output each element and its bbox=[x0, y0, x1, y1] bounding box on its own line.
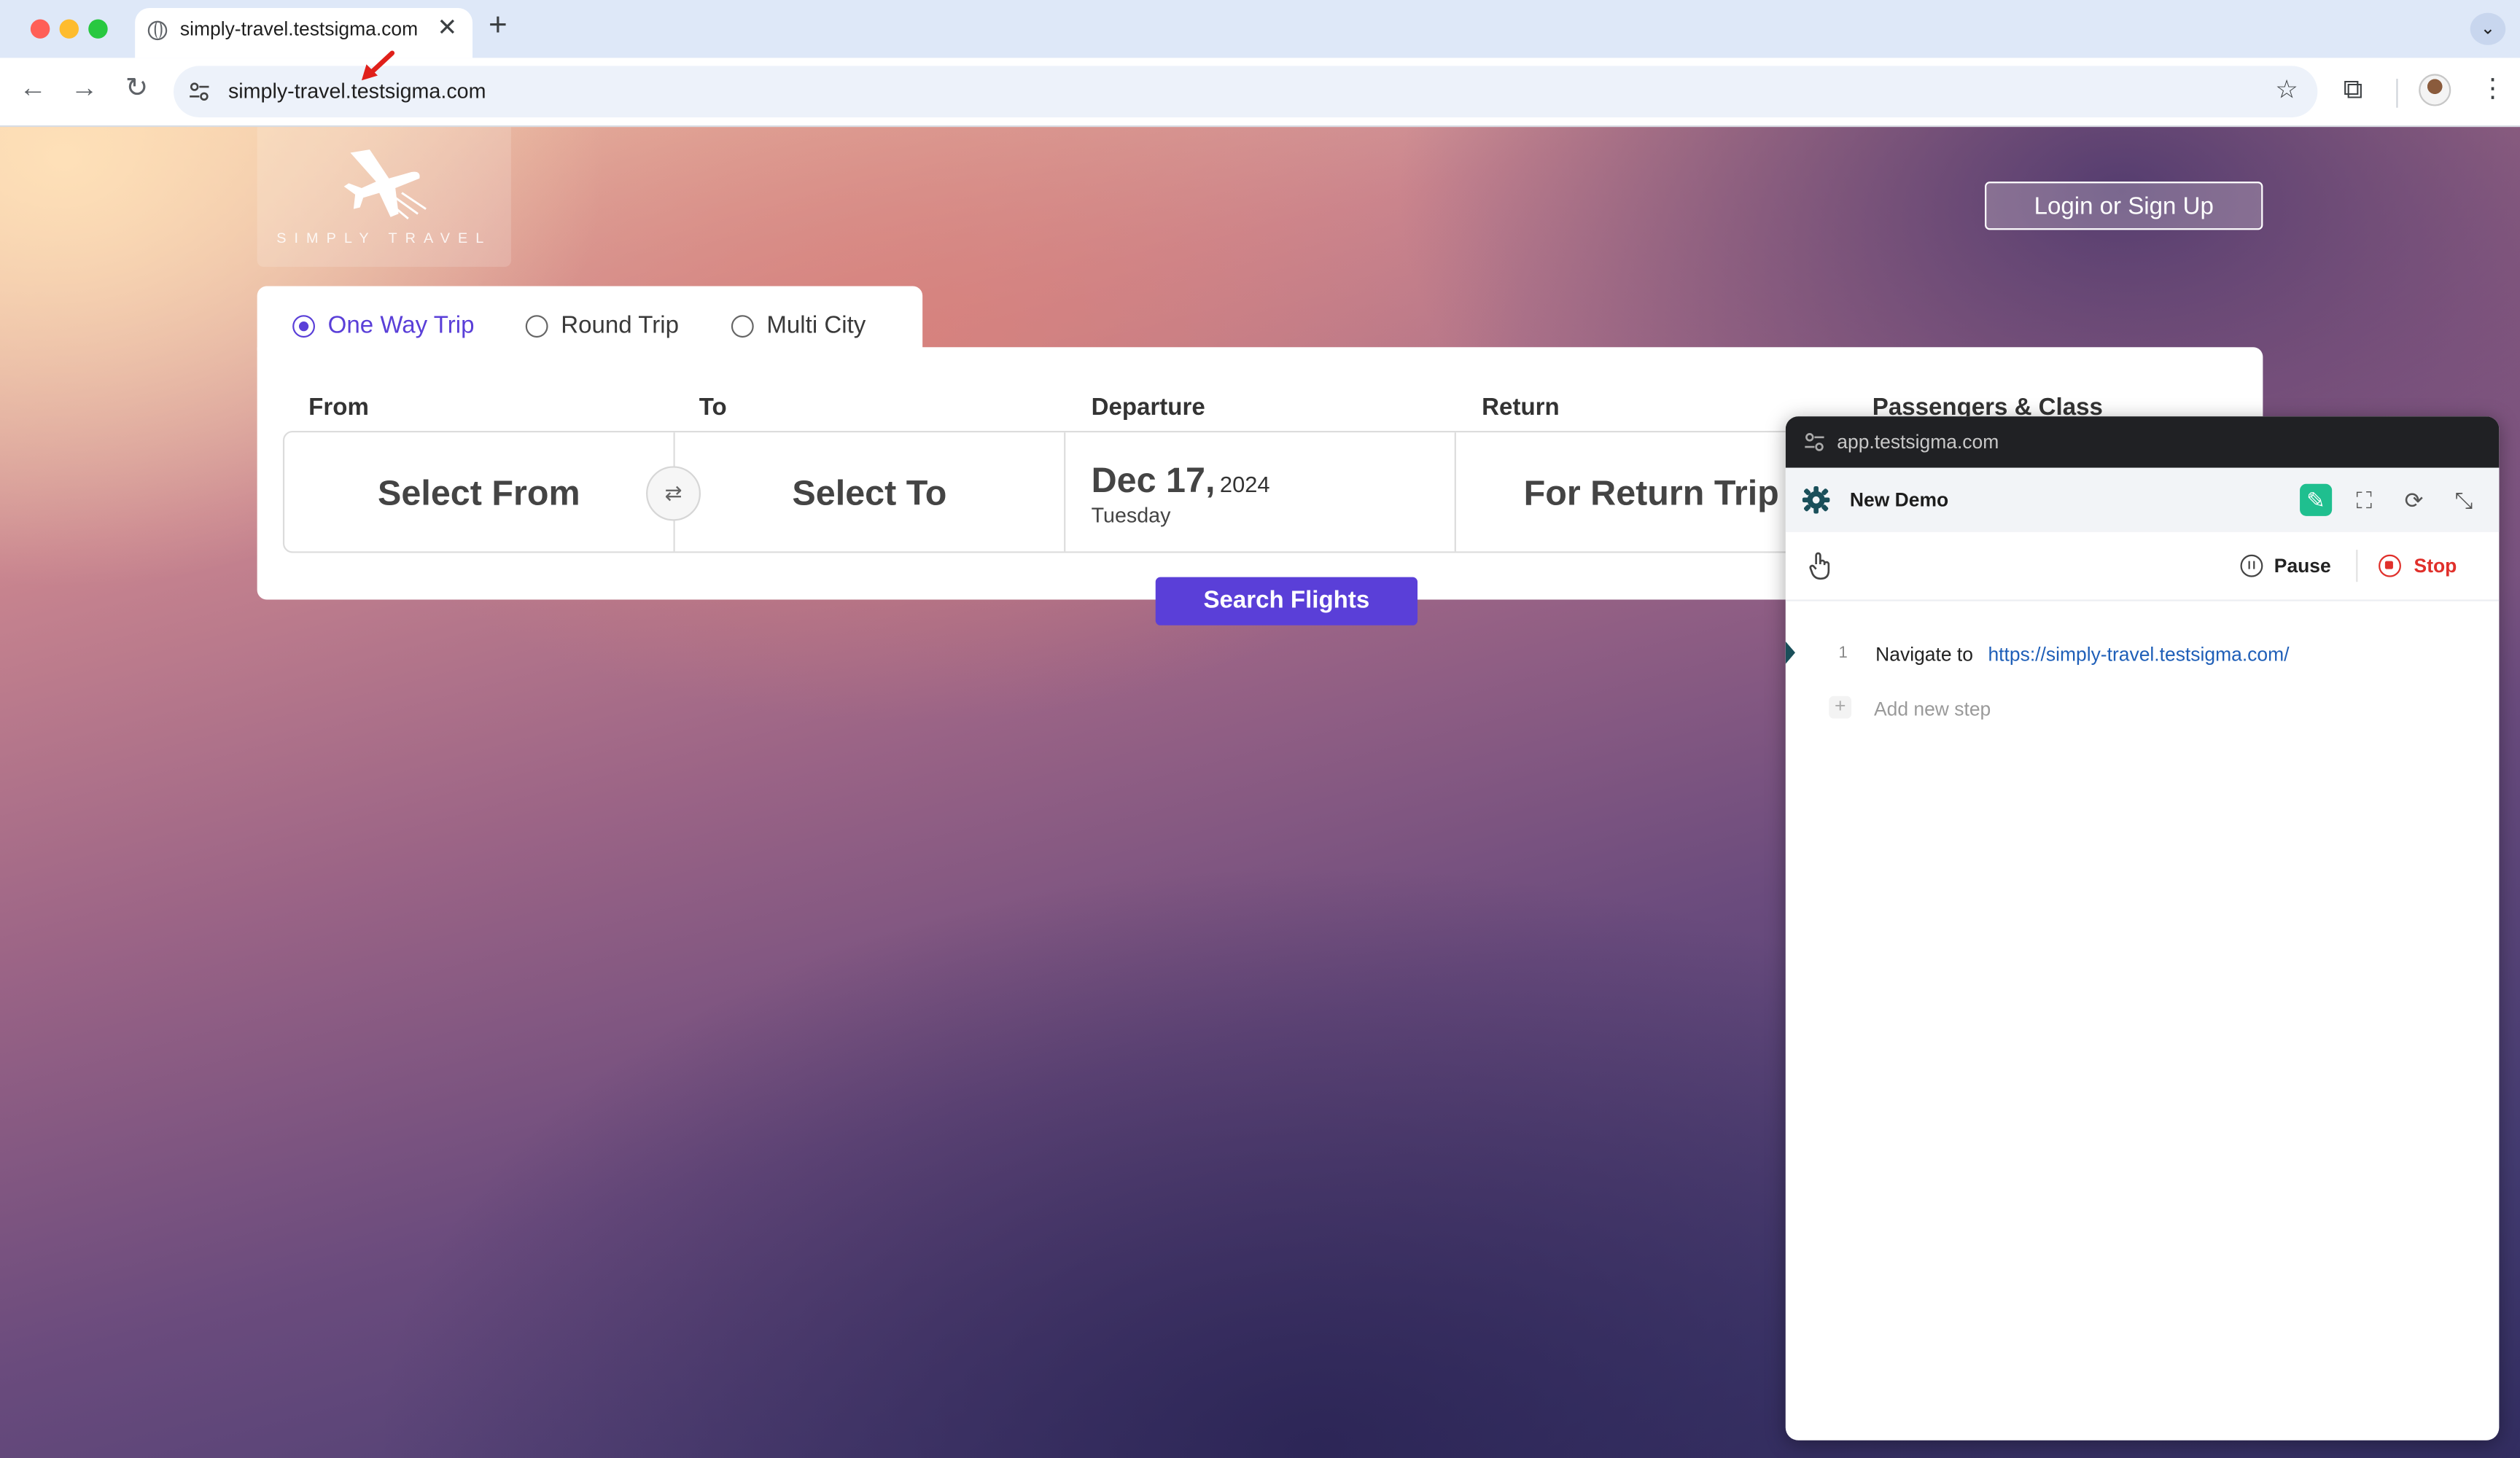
close-icon[interactable]: ✕ bbox=[438, 13, 458, 42]
departure-date: Dec 17, bbox=[1091, 459, 1216, 500]
radio-empty-icon[interactable] bbox=[731, 315, 754, 338]
recorder-header: New Demo ✎ ⛶ ⟳ ⤡ bbox=[1785, 467, 2500, 532]
new-tab-button[interactable]: + bbox=[489, 9, 508, 42]
pause-button[interactable]: Pause bbox=[2274, 555, 2331, 577]
site-logo[interactable]: SIMPLY TRAVEL bbox=[257, 127, 511, 268]
airplane-logo-icon bbox=[343, 149, 427, 219]
current-step-marker bbox=[1785, 641, 1795, 664]
recorder-controls: Pause Stop bbox=[1785, 532, 2500, 601]
refresh-icon[interactable]: ⟳ bbox=[2398, 484, 2430, 516]
back-button[interactable]: ← bbox=[19, 72, 46, 104]
trip-type-label: Multi City bbox=[766, 311, 866, 340]
to-field[interactable]: Select To bbox=[675, 432, 1066, 552]
reload-button[interactable]: ↻ bbox=[125, 72, 148, 104]
stop-icon[interactable] bbox=[2379, 554, 2401, 577]
add-step-plus-icon[interactable]: + bbox=[1829, 695, 1852, 719]
capture-element-icon[interactable]: ⛶ bbox=[2348, 484, 2380, 516]
step-action[interactable]: Navigate to bbox=[1875, 643, 1973, 666]
window-close-button[interactable] bbox=[30, 19, 50, 39]
profile-avatar[interactable] bbox=[2419, 74, 2451, 106]
recorder-title: New Demo bbox=[1849, 488, 1949, 512]
recorder-url: app.testsigma.com bbox=[1837, 430, 1999, 453]
window-minimize-button[interactable] bbox=[59, 19, 79, 39]
add-new-step-button[interactable]: Add new step bbox=[1874, 698, 1991, 720]
tab-title: simply-travel.testsigma.com bbox=[179, 17, 419, 41]
bookmark-star-icon[interactable]: ☆ bbox=[2275, 74, 2298, 106]
search-flights-button[interactable]: Search Flights bbox=[1155, 577, 1418, 625]
step-url-value[interactable]: https://simply-travel.testsigma.com/ bbox=[1988, 643, 2289, 666]
edit-icon[interactable]: ✎ bbox=[2300, 483, 2333, 516]
from-label: From bbox=[308, 394, 369, 421]
browser-menu-icon[interactable]: ⋮ bbox=[2480, 72, 2505, 104]
controls-separator bbox=[2356, 550, 2358, 582]
radio-empty-icon[interactable] bbox=[525, 315, 548, 338]
browser-tab[interactable]: simply-travel.testsigma.com ✕ bbox=[135, 8, 473, 58]
testsigma-gear-icon bbox=[1802, 486, 1830, 514]
to-value: Select To bbox=[792, 472, 947, 513]
to-label: To bbox=[699, 394, 727, 421]
extensions-icon[interactable]: ⧉ bbox=[2344, 74, 2363, 106]
red-annotation-arrow-icon bbox=[361, 50, 395, 81]
logo-text: SIMPLY TRAVEL bbox=[276, 230, 492, 246]
departure-weekday: Tuesday bbox=[1091, 503, 1171, 528]
departure-label: Departure bbox=[1091, 394, 1205, 421]
recorder-url-bar: app.testsigma.com bbox=[1785, 416, 2500, 468]
pointer-hand-icon[interactable] bbox=[1808, 551, 1834, 580]
return-label: Return bbox=[1482, 394, 1560, 421]
testsigma-recorder-panel: app.testsigma.com New Demo ✎ ⛶ ⟳ ⤡ Pause… bbox=[1785, 416, 2500, 1441]
departure-field[interactable]: Dec 17, 2024 Tuesday bbox=[1065, 432, 1456, 552]
forward-button[interactable]: → bbox=[71, 72, 98, 104]
globe-icon bbox=[147, 20, 168, 41]
pause-icon[interactable] bbox=[2240, 554, 2263, 577]
swap-cities-button[interactable]: ⇄ bbox=[646, 466, 701, 521]
trip-type-label: Round Trip bbox=[561, 311, 679, 340]
step-number: 1 bbox=[1838, 644, 1848, 663]
toolbar-separator bbox=[2396, 79, 2398, 108]
site-settings-icon[interactable] bbox=[190, 82, 209, 101]
stop-button[interactable]: Stop bbox=[2414, 555, 2457, 577]
trip-type-selector: One Way Trip Round Trip Multi City bbox=[257, 286, 923, 351]
departure-year: 2024 bbox=[1219, 471, 1270, 497]
from-field[interactable]: Select From bbox=[284, 432, 675, 552]
login-signup-button[interactable]: Login or Sign Up bbox=[1985, 182, 2263, 230]
tab-search-button[interactable]: ⌄ bbox=[2470, 12, 2506, 45]
minimize-icon[interactable]: ⤡ bbox=[2448, 484, 2480, 516]
trip-type-label: One Way Trip bbox=[327, 311, 475, 340]
from-value: Select From bbox=[378, 472, 580, 513]
radio-selected-icon[interactable] bbox=[292, 315, 316, 338]
window-zoom-button[interactable] bbox=[88, 19, 108, 39]
site-settings-icon[interactable] bbox=[1805, 432, 1824, 451]
address-bar[interactable]: simply-travel.testsigma.com ☆ bbox=[174, 66, 2318, 117]
